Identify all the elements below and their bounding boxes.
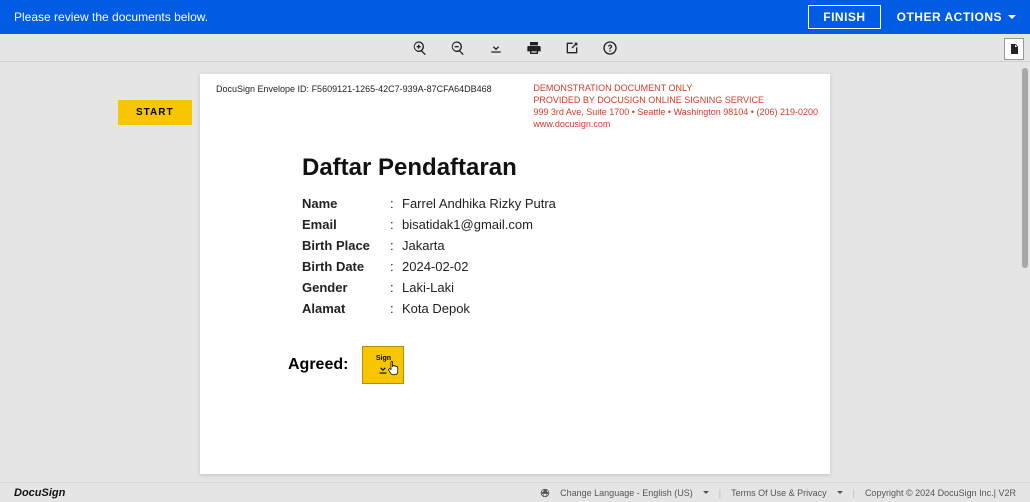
demo-line: DEMONSTRATION DOCUMENT ONLY [533,82,818,94]
print-icon[interactable] [526,40,542,56]
field-row: Birth Date:2024-02-02 [302,259,814,274]
agreed-label: Agreed: [288,356,348,374]
copyright-text: Copyright © 2024 DocuSign Inc.| V2R [865,488,1016,498]
field-label: Birth Date [302,259,390,274]
field-label: Email [302,217,390,232]
field-row: Birth Place:Jakarta [302,238,814,253]
zoom-in-icon[interactable] [412,40,428,56]
field-value: 2024-02-02 [402,259,469,274]
field-row: Email:bisatidak1@gmail.com [302,217,814,232]
field-label: Alamat [302,301,390,316]
scrollbar-thumb[interactable] [1022,68,1028,268]
field-label: Gender [302,280,390,295]
envelope-id-prefix: DocuSign Envelope ID: [216,84,312,94]
document-viewer: START DocuSign Envelope ID: F5609121-126… [0,62,1030,482]
field-row: Gender:Laki-Laki [302,280,814,295]
assign-icon[interactable] [564,40,580,56]
terms-link[interactable]: Terms Of Use & Privacy [731,488,827,498]
footer-bar: DocuSign Change Language - English (US) … [0,482,1030,502]
change-language-link[interactable]: Change Language - English (US) [560,488,693,498]
help-icon[interactable] [602,40,618,56]
field-value: Laki-Laki [402,280,454,295]
field-value: Kota Depok [402,301,470,316]
pointer-cursor-icon [385,359,403,377]
header-bar: Please review the documents below. FINIS… [0,0,1030,34]
demo-watermark: DEMONSTRATION DOCUMENT ONLY PROVIDED BY … [533,82,818,131]
document-toolbar [0,34,1030,62]
field-label: Birth Place [302,238,390,253]
chevron-down-icon [703,491,709,494]
form-fields: Name:Farrel Andhika Rizky Putra Email:bi… [302,196,814,316]
field-row: Name:Farrel Andhika Rizky Putra [302,196,814,211]
field-value: bisatidak1@gmail.com [402,217,533,232]
field-row: Alamat:Kota Depok [302,301,814,316]
review-message: Please review the documents below. [14,10,208,24]
field-value: Jakarta [402,238,445,253]
field-label: Name [302,196,390,211]
globe-icon [540,488,550,498]
zoom-out-icon[interactable] [450,40,466,56]
document-icon [1008,42,1020,56]
brand-logo: DocuSign [14,487,65,499]
demo-line: PROVIDED BY DOCUSIGN ONLINE SIGNING SERV… [533,94,818,106]
chevron-down-icon [1008,15,1016,19]
document-title: Daftar Pendaftaran [302,154,814,182]
finish-button[interactable]: FINISH [808,5,880,29]
other-actions-label: OTHER ACTIONS [897,10,1002,24]
chevron-down-icon [837,491,843,494]
download-icon[interactable] [488,40,504,56]
field-value: Farrel Andhika Rizky Putra [402,196,556,211]
envelope-id-value: F5609121-1265-42C7-939A-87CFA64DB468 [312,84,492,94]
start-button[interactable]: START [118,100,192,125]
demo-line: 999 3rd Ave, Suite 1700 • Seattle • Wash… [533,106,818,118]
footer-links: Change Language - English (US) | Terms O… [540,488,1016,498]
demo-line: www.docusign.com [533,118,818,130]
document-panel-toggle[interactable] [1004,38,1024,60]
agreed-row: Agreed: Sign [288,346,814,384]
sign-here-tag[interactable]: Sign [362,346,404,384]
header-actions: FINISH OTHER ACTIONS [808,5,1016,29]
document-page: DocuSign Envelope ID: F5609121-1265-42C7… [200,74,830,474]
other-actions-menu[interactable]: OTHER ACTIONS [897,10,1016,24]
